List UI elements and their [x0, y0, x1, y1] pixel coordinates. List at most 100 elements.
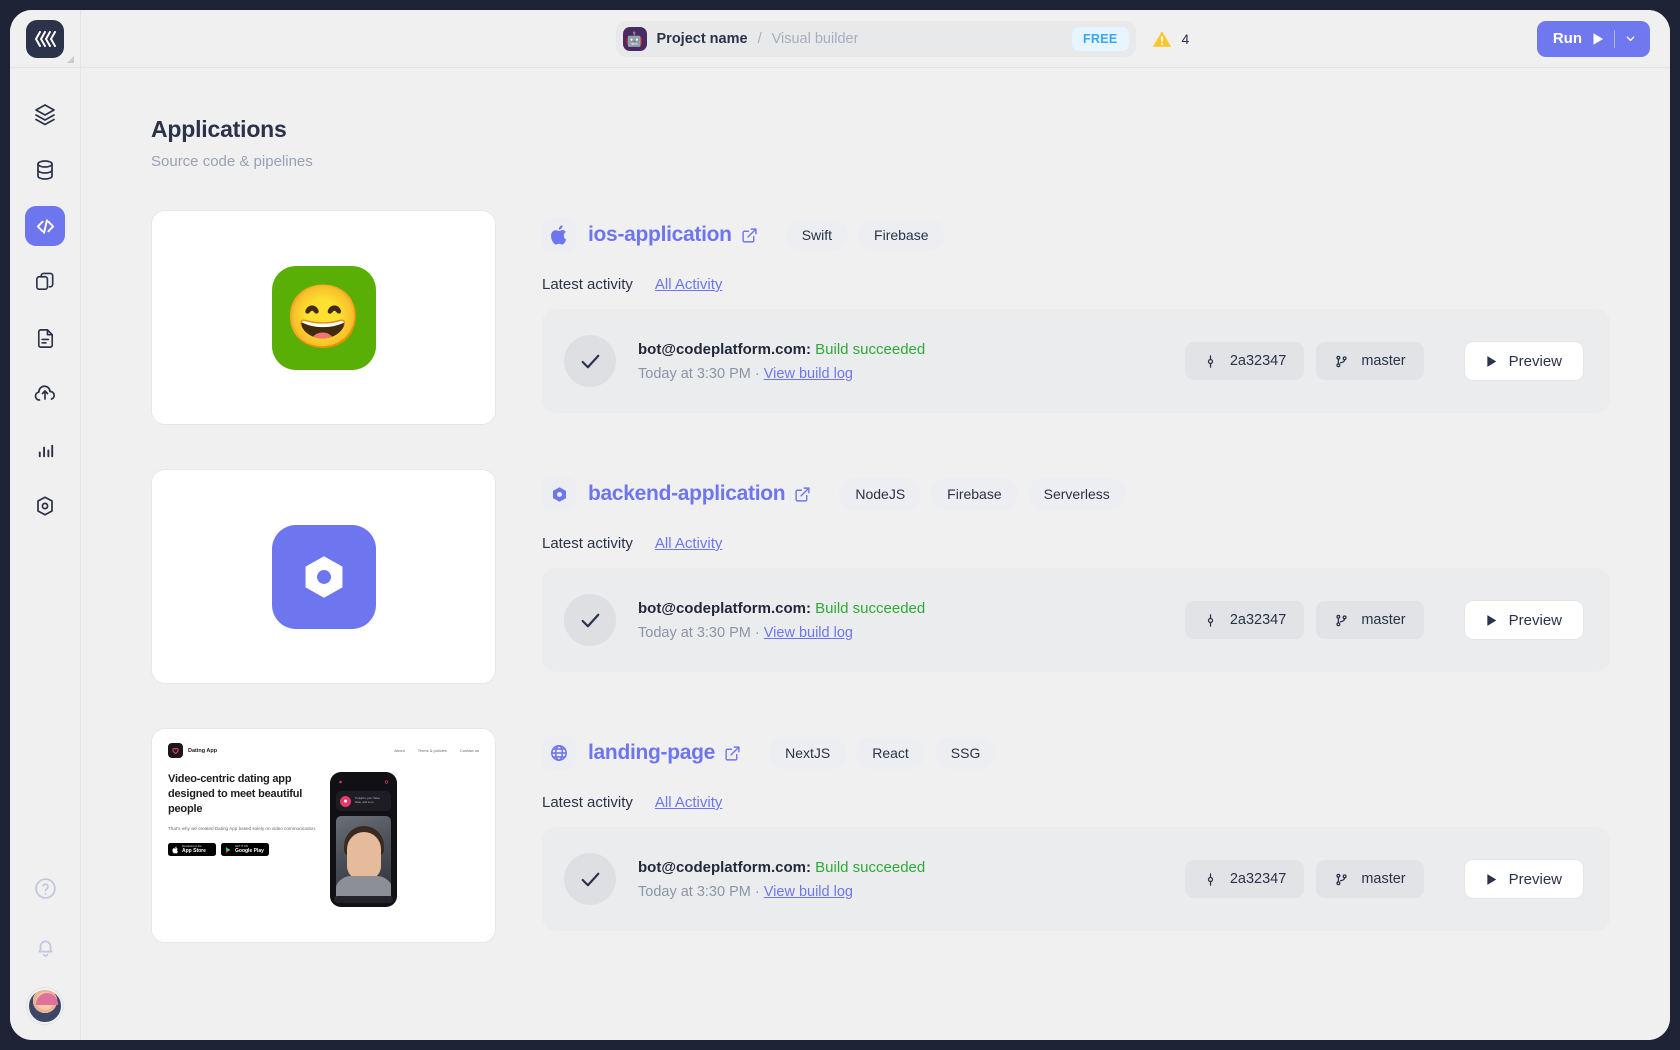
commit-pill[interactable]: 2a32347 — [1184, 601, 1305, 639]
sidebar-item-settings[interactable] — [25, 486, 65, 526]
tag[interactable]: Serverless — [1027, 478, 1126, 510]
app-store-badge: Download on the App Store — [168, 843, 216, 857]
tag[interactable]: Firebase — [858, 219, 945, 251]
activity-timestamp: Today at 3:30 PM — [638, 365, 751, 382]
activity-card: bot@codeplatform.com: Build succeeded To… — [542, 827, 1610, 931]
all-activity-link[interactable]: All Activity — [655, 794, 723, 811]
sidebar-item-notifications[interactable] — [25, 928, 65, 968]
preview-button[interactable]: Preview — [1463, 600, 1584, 640]
run-button[interactable]: Run — [1536, 20, 1650, 57]
tag[interactable]: React — [856, 737, 925, 769]
activity-meta-group: 2a32347 master Preview — [1184, 341, 1584, 381]
apple-glyph — [550, 225, 566, 245]
activity-header: Latest activity All Activity — [542, 535, 1610, 552]
phone-card-text: Tonight's your Video Date, and so is — [355, 796, 381, 804]
latest-activity-label: Latest activity — [542, 794, 633, 811]
sidebar-item-pages[interactable] — [25, 262, 65, 302]
latest-activity-label: Latest activity — [542, 276, 633, 293]
branch-pill[interactable]: master — [1316, 342, 1424, 380]
database-icon — [37, 160, 53, 180]
help-circle-icon — [34, 877, 56, 899]
external-link-icon[interactable] — [741, 227, 758, 244]
run-label: Run — [1552, 30, 1582, 47]
sidebar-item-code[interactable] — [25, 206, 65, 246]
preview-label: Preview — [1508, 352, 1562, 370]
activity-user: bot@codeplatform.com: — [638, 858, 811, 876]
tag[interactable]: NextJS — [769, 737, 847, 769]
branch-name: master — [1361, 612, 1406, 628]
activity-meta-group: 2a32347 master Preview — [1184, 859, 1584, 899]
code-icon — [36, 218, 54, 234]
view-build-log-link[interactable]: View build log — [764, 625, 853, 641]
preview-button[interactable]: Preview — [1463, 341, 1584, 381]
app-thumbnail-card[interactable] — [151, 469, 496, 684]
app-window: 🤖 Project name / Visual builder FREE 4 R… — [10, 10, 1670, 1040]
commit-pill[interactable]: 2a32347 — [1184, 860, 1305, 898]
technology-tags: NodeJS Firebase Serverless — [839, 478, 1126, 510]
activity-status-line: bot@codeplatform.com: Build succeeded — [638, 341, 925, 358]
cloud-upload-icon — [34, 385, 56, 401]
activity-texts: bot@codeplatform.com: Build succeeded To… — [638, 859, 925, 900]
heart-icon — [384, 780, 389, 785]
application-header: ios-application Swift Firebase — [542, 218, 1610, 252]
bell-icon — [37, 940, 53, 957]
hexagon-glyph — [552, 486, 566, 502]
activity-separator: · — [754, 624, 760, 641]
page-subtitle: Source code & pipelines — [151, 153, 313, 170]
application-name[interactable]: ios-application — [588, 223, 732, 247]
tag[interactable]: Swift — [785, 219, 849, 251]
site-preview-body: Video-centric dating app designed to mee… — [152, 758, 495, 907]
app-thumbnail-card[interactable]: Dating App About Terms & policies Contac… — [151, 728, 496, 943]
breadcrumb-separator: / — [757, 30, 762, 47]
external-link-icon[interactable] — [724, 745, 741, 762]
sidebar-item-deploy[interactable] — [25, 374, 65, 414]
warning-triangle-icon — [1152, 30, 1171, 47]
tag[interactable]: Firebase — [931, 478, 1018, 510]
external-link-icon[interactable] — [794, 486, 811, 503]
application-name[interactable]: backend-application — [588, 482, 786, 506]
preview-label: Preview — [1508, 611, 1562, 629]
commit-pill[interactable]: 2a32347 — [1184, 342, 1305, 380]
sidebar-item-documents[interactable] — [25, 318, 65, 358]
activity-status-line: bot@codeplatform.com: Build succeeded — [638, 600, 925, 617]
branch-name: master — [1361, 871, 1406, 887]
tag[interactable]: NodeJS — [839, 478, 922, 510]
sidebar-item-layers[interactable] — [25, 94, 65, 134]
view-build-log-link[interactable]: View build log — [764, 366, 853, 382]
activity-meta-line: Today at 3:30 PM · View build log — [638, 366, 925, 382]
check-icon — [564, 335, 616, 387]
project-name[interactable]: Project name — [657, 31, 748, 47]
sidebar-item-help[interactable] — [25, 868, 65, 908]
activity-meta-group: 2a32347 master Preview — [1184, 600, 1584, 640]
application-name[interactable]: landing-page — [588, 741, 715, 765]
site-logo-icon — [168, 743, 183, 758]
content-scroll[interactable]: Applications Source code & pipelines 😄 i… — [81, 68, 1670, 1040]
site-nav-link: Terms & policies — [417, 748, 447, 753]
application-detail: ios-application Swift Firebase Latest ac… — [542, 210, 1610, 413]
breadcrumb: 🤖 Project name / Visual builder FREE — [615, 20, 1136, 57]
preview-button[interactable]: Preview — [1463, 859, 1584, 899]
warning-indicator[interactable]: 4 — [1151, 28, 1189, 50]
apple-icon — [542, 218, 576, 252]
commit-hash: 2a32347 — [1229, 612, 1287, 628]
branch-pill[interactable]: master — [1316, 860, 1424, 898]
activity-result: Build succeeded — [815, 599, 926, 617]
application-header: backend-application NodeJS Firebase Serv… — [542, 477, 1610, 511]
chevron-down-icon[interactable] — [1624, 32, 1646, 45]
sidebar-item-analytics[interactable] — [25, 430, 65, 470]
all-activity-link[interactable]: All Activity — [655, 276, 723, 293]
avatar[interactable] — [27, 988, 63, 1024]
all-activity-link[interactable]: All Activity — [655, 535, 723, 552]
tag[interactable]: SSG — [934, 737, 997, 769]
sidebar-bottom — [25, 868, 65, 1024]
technology-tags: Swift Firebase — [785, 219, 945, 251]
view-build-log-link[interactable]: View build log — [764, 884, 853, 900]
robot-icon: 🤖 — [622, 26, 647, 51]
app-thumbnail-card[interactable]: 😄 — [151, 210, 496, 425]
branch-pill[interactable]: master — [1316, 601, 1424, 639]
play-icon — [1592, 32, 1605, 46]
badge-small-text: Download on the — [182, 844, 202, 848]
brackets-logo-icon[interactable] — [26, 19, 64, 58]
sidebar-item-database[interactable] — [25, 150, 65, 190]
breadcrumb-sub[interactable]: Visual builder — [772, 31, 859, 47]
